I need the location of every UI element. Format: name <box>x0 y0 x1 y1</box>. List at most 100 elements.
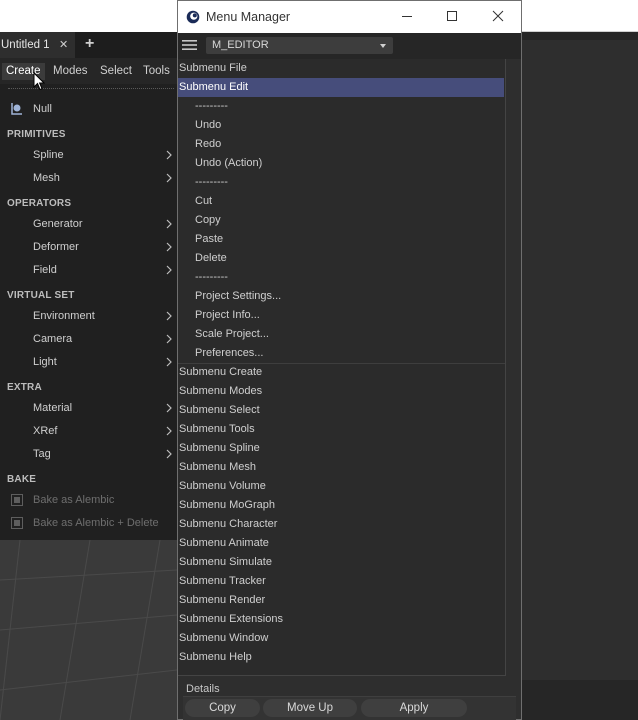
menu-item-material[interactable]: Material <box>0 398 182 418</box>
tree-item-label: Submenu Spline <box>179 442 260 454</box>
menu-item-mesh[interactable]: Mesh <box>0 168 182 188</box>
close-icon[interactable] <box>491 9 505 23</box>
menu-item-camera[interactable]: Camera <box>0 329 182 349</box>
tree-item-submenu-help[interactable]: Submenu Help <box>178 648 505 667</box>
tree-item-scale-project[interactable]: Scale Project... <box>178 325 505 344</box>
tree-item-submenu-render[interactable]: Submenu Render <box>178 591 505 610</box>
tree-item-label: Undo <box>195 119 222 131</box>
menu-item-null[interactable]: Null <box>0 99 182 119</box>
document-tab-title: Untitled 1 <box>1 39 50 51</box>
menu-item-field-label: Field <box>33 264 57 276</box>
viewport[interactable] <box>0 540 177 720</box>
menu-item-bake-alembic-delete[interactable]: Bake as Alembic + Delete <box>0 513 182 533</box>
tree-item-submenu-file[interactable]: Submenu File <box>178 59 505 78</box>
tree-item-label: Submenu Animate <box>179 537 269 549</box>
window-title: Menu Manager <box>206 10 291 24</box>
tree-item-submenu-modes[interactable]: Submenu Modes <box>178 382 505 401</box>
tree-item-separator[interactable]: --------- <box>178 173 505 192</box>
menu-item-tag[interactable]: Tag <box>0 444 182 464</box>
copy-button[interactable]: Copy <box>185 699 260 717</box>
chevron-right-icon <box>166 426 172 436</box>
menu-item-spline-label: Spline <box>33 149 64 161</box>
tree-item-label: Submenu Character <box>179 518 278 530</box>
tree-item-paste[interactable]: Paste <box>178 230 505 249</box>
tree-item-label: Undo (Action) <box>195 157 263 169</box>
tree-item-submenu-window[interactable]: Submenu Window <box>178 629 505 648</box>
tree-item-separator[interactable]: --------- <box>178 97 505 116</box>
maximize-icon[interactable] <box>445 9 459 23</box>
menu-manager-titlebar[interactable]: Menu Manager <box>178 1 521 33</box>
tree-item-label: Cut <box>195 195 213 207</box>
menu-item-generator[interactable]: Generator <box>0 214 182 234</box>
tree-item-undo-action[interactable]: Undo (Action) <box>178 154 505 173</box>
viewport-grid <box>0 540 177 720</box>
tree-item-project-settings[interactable]: Project Settings... <box>178 287 505 306</box>
tree-item-label: Submenu Create <box>179 366 263 378</box>
tree-item-submenu-select[interactable]: Submenu Select <box>178 401 505 420</box>
document-tab[interactable]: Untitled 1 ✕ <box>0 32 75 58</box>
menu-item-light-label: Light <box>33 356 57 368</box>
chevron-right-icon <box>166 219 172 229</box>
mouse-cursor-icon <box>33 72 45 91</box>
section-header-virtual-set: VIRTUAL SET <box>7 290 75 301</box>
background-titlebar-right <box>522 0 638 32</box>
tree-item-submenu-mesh[interactable]: Submenu Mesh <box>178 458 505 477</box>
close-icon[interactable]: ✕ <box>59 32 68 58</box>
tree-item-submenu-tracker[interactable]: Submenu Tracker <box>178 572 505 591</box>
minimize-icon[interactable] <box>400 9 414 23</box>
tree-item-submenu-simulate[interactable]: Submenu Simulate <box>178 553 505 572</box>
move-up-button[interactable]: Move Up <box>263 699 357 717</box>
tree-item-label: Submenu Render <box>179 594 266 606</box>
menu-item-deformer[interactable]: Deformer <box>0 237 182 257</box>
menu-item-field[interactable]: Field <box>0 260 182 280</box>
tree-item-label: Submenu Modes <box>179 385 263 397</box>
tree-item-label: Submenu Edit <box>179 81 249 93</box>
alembic-delete-icon <box>11 517 23 529</box>
menu-item-xref-label: XRef <box>33 425 58 437</box>
menu-item-bake-alembic[interactable]: Bake as Alembic <box>0 490 182 510</box>
tree-item-label: Submenu Help <box>179 651 252 663</box>
menu-item-bake-alembic-label: Bake as Alembic <box>33 494 115 506</box>
section-header-operators: OPERATORS <box>7 198 72 209</box>
menu-item-xref[interactable]: XRef <box>0 421 182 441</box>
tree-item-submenu-character[interactable]: Submenu Character <box>178 515 505 534</box>
tree-item-redo[interactable]: Redo <box>178 135 505 154</box>
tree-item-submenu-mograph[interactable]: Submenu MoGraph <box>178 496 505 515</box>
tree-item-submenu-edit[interactable]: Submenu Edit <box>178 78 504 97</box>
chevron-right-icon <box>166 265 172 275</box>
tree-item-copy[interactable]: Copy <box>178 211 505 230</box>
menu-item-deformer-label: Deformer <box>33 241 79 253</box>
tree-item-cut[interactable]: Cut <box>178 192 505 211</box>
tree-item-project-info[interactable]: Project Info... <box>178 306 505 325</box>
chevron-right-icon <box>166 449 172 459</box>
tree-item-delete[interactable]: Delete <box>178 249 505 268</box>
menu-item-light[interactable]: Light <box>0 352 182 372</box>
alembic-icon <box>11 494 23 506</box>
menu-set-select[interactable]: M_EDITOR <box>206 37 393 54</box>
null-object-icon <box>11 103 22 115</box>
menu-tree-list[interactable]: Submenu File Submenu Edit --------- Undo… <box>178 59 506 676</box>
tree-item-separator[interactable]: --------- <box>178 268 505 287</box>
tree-item-label: Project Info... <box>195 309 260 321</box>
chevron-right-icon <box>166 242 172 252</box>
tree-item-preferences[interactable]: Preferences... <box>178 344 505 363</box>
menu-item-environment[interactable]: Environment <box>0 306 182 326</box>
menu-item-spline[interactable]: Spline <box>0 145 182 165</box>
menu-item-tag-label: Tag <box>33 448 51 460</box>
tree-item-submenu-create[interactable]: Submenu Create <box>178 363 505 382</box>
section-header-extra: EXTRA <box>7 382 42 393</box>
tree-item-submenu-animate[interactable]: Submenu Animate <box>178 534 505 553</box>
apply-button[interactable]: Apply <box>361 699 467 717</box>
tree-item-submenu-spline[interactable]: Submenu Spline <box>178 439 505 458</box>
tree-item-submenu-tools[interactable]: Submenu Tools <box>178 420 505 439</box>
add-tab-icon[interactable]: + <box>85 36 94 52</box>
tree-item-label: Delete <box>195 252 227 264</box>
menu-modes[interactable]: Modes <box>53 63 88 80</box>
tree-item-submenu-extensions[interactable]: Submenu Extensions <box>178 610 505 629</box>
menu-tools[interactable]: Tools <box>143 63 170 80</box>
tree-item-submenu-volume[interactable]: Submenu Volume <box>178 477 505 496</box>
tree-item-undo[interactable]: Undo <box>178 116 505 135</box>
menu-select[interactable]: Select <box>100 63 132 80</box>
hamburger-menu-icon[interactable] <box>182 39 197 51</box>
cinema4d-logo-icon <box>186 10 200 24</box>
